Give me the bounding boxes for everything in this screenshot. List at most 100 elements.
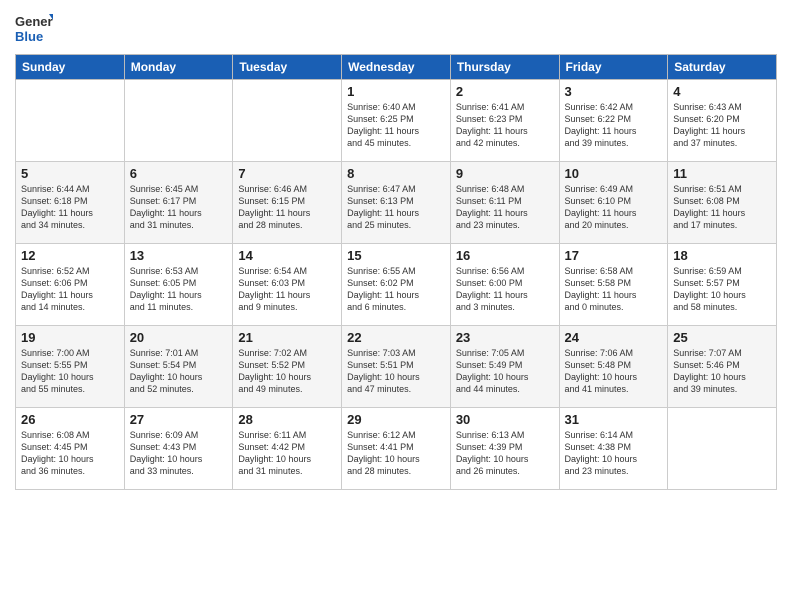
calendar-cell: 20Sunrise: 7:01 AM Sunset: 5:54 PM Dayli… (124, 326, 233, 408)
calendar-cell: 11 Sunrise: 6:51 AM Sunset: 6:08 PM Dayli… (668, 162, 777, 244)
day-info: Sunrise: 6:58 AM Sunset: 5:58 PM Dayligh… (565, 265, 663, 314)
day-info: Sunrise: 6:40 AM Sunset: 6:25 PM Dayligh… (347, 101, 445, 150)
day-number: 20 (130, 330, 228, 345)
calendar-cell: 3 Sunrise: 6:42 AM Sunset: 6:22 PM Daylig… (559, 80, 668, 162)
calendar-cell: 25 Sunrise: 7:07 AM Sunset: 5:46 PM Dayli… (668, 326, 777, 408)
day-info: Sunrise: 6:47 AM Sunset: 6:13 PM Dayligh… (347, 183, 445, 232)
day-number: 11 (673, 166, 771, 181)
day-info: Sunrise: 6:09 AM Sunset: 4:43 PM Dayligh… (130, 429, 228, 478)
day-of-week-header: Tuesday (233, 55, 342, 80)
day-info: Sunrise: 6:53 AM Sunset: 6:05 PM Dayligh… (130, 265, 228, 314)
day-info: Sunrise: 6:11 AM Sunset: 4:42 PM Dayligh… (238, 429, 336, 478)
day-info: Sunrise: 6:46 AM Sunset: 6:15 PM Dayligh… (238, 183, 336, 232)
calendar-cell (233, 80, 342, 162)
calendar-cell: 5Sunrise: 6:44 AM Sunset: 6:18 PM Daylig… (16, 162, 125, 244)
day-number: 24 (565, 330, 663, 345)
day-number: 30 (456, 412, 554, 427)
day-info: Sunrise: 6:45 AM Sunset: 6:17 PM Dayligh… (130, 183, 228, 232)
calendar-cell: 27 Sunrise: 6:09 AM Sunset: 4:43 PM Dayli… (124, 408, 233, 490)
day-info: Sunrise: 6:08 AM Sunset: 4:45 PM Dayligh… (21, 429, 119, 478)
day-number: 10 (565, 166, 663, 181)
day-info: Sunrise: 7:07 AM Sunset: 5:46 PM Dayligh… (673, 347, 771, 396)
day-of-week-header: Thursday (450, 55, 559, 80)
day-of-week-header: Wednesday (342, 55, 451, 80)
calendar-page: General Blue SundayMondayTuesdayWednesda… (0, 0, 792, 612)
day-number: 4 (673, 84, 771, 99)
day-number: 12 (21, 248, 119, 263)
day-number: 18 (673, 248, 771, 263)
calendar-cell: 29Sunrise: 6:12 AM Sunset: 4:41 PM Dayli… (342, 408, 451, 490)
calendar-cell: 26Sunrise: 6:08 AM Sunset: 4:45 PM Dayli… (16, 408, 125, 490)
day-info: Sunrise: 7:02 AM Sunset: 5:52 PM Dayligh… (238, 347, 336, 396)
calendar-cell: 28Sunrise: 6:11 AM Sunset: 4:42 PM Dayli… (233, 408, 342, 490)
calendar-cell: 24 Sunrise: 7:06 AM Sunset: 5:48 PM Dayli… (559, 326, 668, 408)
day-info: Sunrise: 6:43 AM Sunset: 6:20 PM Dayligh… (673, 101, 771, 150)
calendar-week-row: 19 Sunrise: 7:00 AM Sunset: 5:55 PM Dayli… (16, 326, 777, 408)
day-number: 25 (673, 330, 771, 345)
calendar-cell: 10 Sunrise: 6:49 AM Sunset: 6:10 PM Dayli… (559, 162, 668, 244)
day-number: 2 (456, 84, 554, 99)
calendar-cell: 13Sunrise: 6:53 AM Sunset: 6:05 PM Dayli… (124, 244, 233, 326)
day-number: 31 (565, 412, 663, 427)
calendar-cell: 9Sunrise: 6:48 AM Sunset: 6:11 PM Daylig… (450, 162, 559, 244)
calendar-cell: 14 Sunrise: 6:54 AM Sunset: 6:03 PM Dayli… (233, 244, 342, 326)
logo-bird-icon: General Blue (15, 10, 53, 48)
day-info: Sunrise: 6:55 AM Sunset: 6:02 PM Dayligh… (347, 265, 445, 314)
calendar-cell (124, 80, 233, 162)
day-info: Sunrise: 6:42 AM Sunset: 6:22 PM Dayligh… (565, 101, 663, 150)
day-number: 15 (347, 248, 445, 263)
day-of-week-header: Friday (559, 55, 668, 80)
day-number: 8 (347, 166, 445, 181)
day-number: 19 (21, 330, 119, 345)
day-of-week-header: Sunday (16, 55, 125, 80)
day-number: 7 (238, 166, 336, 181)
calendar-cell: 2 Sunrise: 6:41 AM Sunset: 6:23 PM Daylig… (450, 80, 559, 162)
calendar-cell: 12Sunrise: 6:52 AM Sunset: 6:06 PM Dayli… (16, 244, 125, 326)
day-info: Sunrise: 6:13 AM Sunset: 4:39 PM Dayligh… (456, 429, 554, 478)
day-number: 6 (130, 166, 228, 181)
day-number: 22 (347, 330, 445, 345)
calendar-cell: 21 Sunrise: 7:02 AM Sunset: 5:52 PM Dayli… (233, 326, 342, 408)
day-number: 3 (565, 84, 663, 99)
calendar-cell: 30 Sunrise: 6:13 AM Sunset: 4:39 PM Dayli… (450, 408, 559, 490)
day-info: Sunrise: 6:54 AM Sunset: 6:03 PM Dayligh… (238, 265, 336, 314)
calendar-cell: 1 Sunrise: 6:40 AM Sunset: 6:25 PM Daylig… (342, 80, 451, 162)
day-info: Sunrise: 6:49 AM Sunset: 6:10 PM Dayligh… (565, 183, 663, 232)
calendar-cell: 17Sunrise: 6:58 AM Sunset: 5:58 PM Dayli… (559, 244, 668, 326)
calendar-table: SundayMondayTuesdayWednesdayThursdayFrid… (15, 54, 777, 490)
calendar-cell: 7 Sunrise: 6:46 AM Sunset: 6:15 PM Daylig… (233, 162, 342, 244)
day-of-week-header: Saturday (668, 55, 777, 80)
day-number: 1 (347, 84, 445, 99)
calendar-cell: 22 Sunrise: 7:03 AM Sunset: 5:51 PM Dayli… (342, 326, 451, 408)
calendar-cell: 8 Sunrise: 6:47 AM Sunset: 6:13 PM Daylig… (342, 162, 451, 244)
day-number: 27 (130, 412, 228, 427)
day-number: 21 (238, 330, 336, 345)
calendar-cell (16, 80, 125, 162)
day-number: 14 (238, 248, 336, 263)
calendar-week-row: 5Sunrise: 6:44 AM Sunset: 6:18 PM Daylig… (16, 162, 777, 244)
page-header: General Blue (15, 10, 777, 48)
day-info: Sunrise: 6:56 AM Sunset: 6:00 PM Dayligh… (456, 265, 554, 314)
day-info: Sunrise: 6:48 AM Sunset: 6:11 PM Dayligh… (456, 183, 554, 232)
calendar-cell: 15 Sunrise: 6:55 AM Sunset: 6:02 PM Dayli… (342, 244, 451, 326)
calendar-cell (668, 408, 777, 490)
day-of-week-header: Monday (124, 55, 233, 80)
day-info: Sunrise: 6:44 AM Sunset: 6:18 PM Dayligh… (21, 183, 119, 232)
calendar-cell: 23Sunrise: 7:05 AM Sunset: 5:49 PM Dayli… (450, 326, 559, 408)
day-info: Sunrise: 7:06 AM Sunset: 5:48 PM Dayligh… (565, 347, 663, 396)
day-number: 16 (456, 248, 554, 263)
calendar-week-row: 26Sunrise: 6:08 AM Sunset: 4:45 PM Dayli… (16, 408, 777, 490)
calendar-cell: 6 Sunrise: 6:45 AM Sunset: 6:17 PM Daylig… (124, 162, 233, 244)
calendar-week-row: 12Sunrise: 6:52 AM Sunset: 6:06 PM Dayli… (16, 244, 777, 326)
calendar-cell: 31 Sunrise: 6:14 AM Sunset: 4:38 PM Dayli… (559, 408, 668, 490)
day-info: Sunrise: 6:14 AM Sunset: 4:38 PM Dayligh… (565, 429, 663, 478)
day-info: Sunrise: 7:03 AM Sunset: 5:51 PM Dayligh… (347, 347, 445, 396)
day-number: 29 (347, 412, 445, 427)
calendar-week-row: 1 Sunrise: 6:40 AM Sunset: 6:25 PM Daylig… (16, 80, 777, 162)
day-number: 23 (456, 330, 554, 345)
day-info: Sunrise: 7:00 AM Sunset: 5:55 PM Dayligh… (21, 347, 119, 396)
day-info: Sunrise: 6:59 AM Sunset: 5:57 PM Dayligh… (673, 265, 771, 314)
day-info: Sunrise: 6:41 AM Sunset: 6:23 PM Dayligh… (456, 101, 554, 150)
calendar-cell: 19 Sunrise: 7:00 AM Sunset: 5:55 PM Dayli… (16, 326, 125, 408)
day-info: Sunrise: 6:51 AM Sunset: 6:08 PM Dayligh… (673, 183, 771, 232)
